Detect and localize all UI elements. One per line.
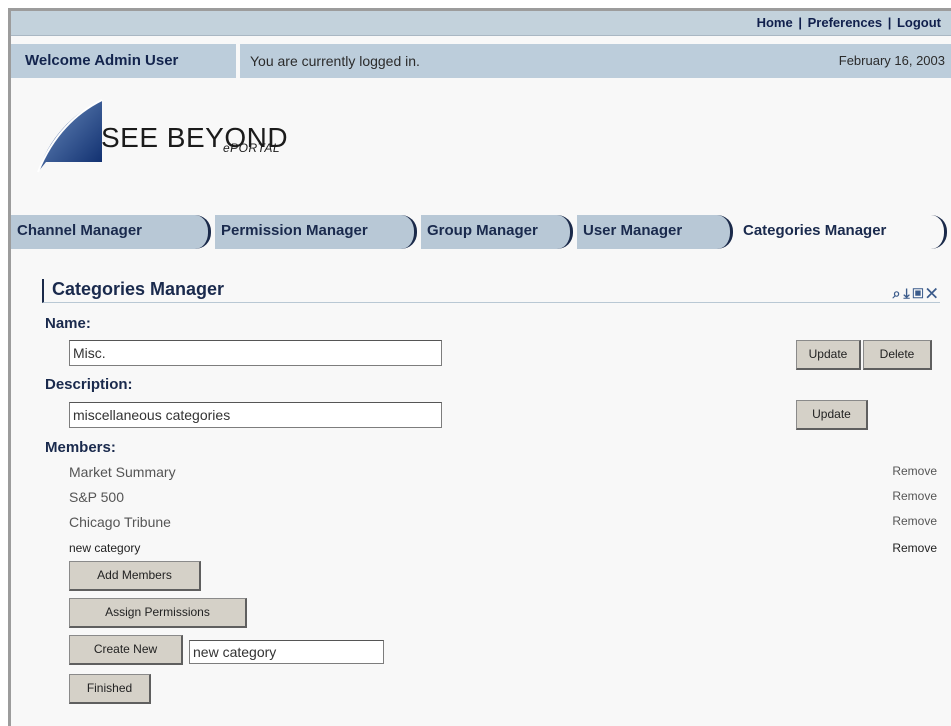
add-members-button[interactable]: Add Members <box>69 561 201 591</box>
update-description-button[interactable]: Update <box>796 400 868 430</box>
logo-product: ePORTAL <box>223 141 281 155</box>
search-icon[interactable]: ⌕ <box>893 285 904 301</box>
remove-link[interactable]: Remove <box>892 541 937 555</box>
description-field[interactable] <box>69 402 442 428</box>
tab-label: Channel Manager <box>17 222 143 239</box>
manager-tabs: Channel Manager Permission Manager Group… <box>11 215 951 249</box>
logout-link[interactable]: Logout <box>897 15 941 30</box>
tab-label: User Manager <box>583 222 683 239</box>
finished-button[interactable]: Finished <box>69 674 151 704</box>
section-icons: ⌕⤓▣✕ <box>893 283 940 303</box>
portal-frame: Home | Preferences | Logout Welcome Admi… <box>8 8 951 726</box>
download-icon[interactable]: ⤓ <box>903 285 912 301</box>
tab-label: Permission Manager <box>221 222 368 239</box>
tab-group-manager[interactable]: Group Manager <box>421 215 573 249</box>
member-name: new category <box>69 541 141 555</box>
section-title: Categories Manager <box>52 279 225 299</box>
delete-button[interactable]: Delete <box>863 340 932 370</box>
create-new-field[interactable] <box>189 640 384 664</box>
separator: | <box>887 15 892 30</box>
member-name: S&P 500 <box>69 489 125 505</box>
home-link[interactable]: Home <box>757 15 793 30</box>
preferences-link[interactable]: Preferences <box>808 15 882 30</box>
remove-link[interactable]: Remove <box>892 489 937 503</box>
remove-link[interactable]: Remove <box>892 514 937 528</box>
close-icon[interactable]: ✕ <box>926 285 940 301</box>
section-header: Categories Manager ⌕⤓▣✕ <box>42 279 940 303</box>
tab-channel-manager[interactable]: Channel Manager <box>11 215 211 249</box>
current-date: February 16, 2003 <box>838 53 945 68</box>
top-bar: Home | Preferences | Logout <box>11 11 951 36</box>
top-links: Home | Preferences | Logout <box>757 15 941 30</box>
tab-label: Group Manager <box>427 222 538 239</box>
logo-swoosh-icon <box>37 99 103 173</box>
login-status: You are currently logged in. <box>250 53 420 69</box>
name-label: Name: <box>45 315 91 332</box>
members-label: Members: <box>45 439 116 456</box>
member-name: Chicago Tribune <box>69 514 171 530</box>
tab-permission-manager[interactable]: Permission Manager <box>215 215 417 249</box>
tab-categories-manager[interactable]: Categories Manager <box>737 215 947 249</box>
update-name-button[interactable]: Update <box>796 340 861 370</box>
seebeyond-logo: SEE BEYOND ePORTAL <box>36 96 456 176</box>
tab-label: Categories Manager <box>743 222 887 239</box>
member-name: Market Summary <box>69 464 176 480</box>
separator: | <box>798 15 802 30</box>
welcome-message: Welcome Admin User <box>11 44 236 78</box>
tab-user-manager[interactable]: User Manager <box>577 215 733 249</box>
status-bar: You are currently logged in. February 16… <box>240 44 951 78</box>
assign-permissions-button[interactable]: Assign Permissions <box>69 598 247 628</box>
description-label: Description: <box>45 376 133 393</box>
create-new-button[interactable]: Create New <box>69 635 183 665</box>
name-field[interactable] <box>69 340 442 366</box>
remove-link[interactable]: Remove <box>892 464 937 478</box>
edit-icon[interactable]: ▣ <box>913 285 927 301</box>
